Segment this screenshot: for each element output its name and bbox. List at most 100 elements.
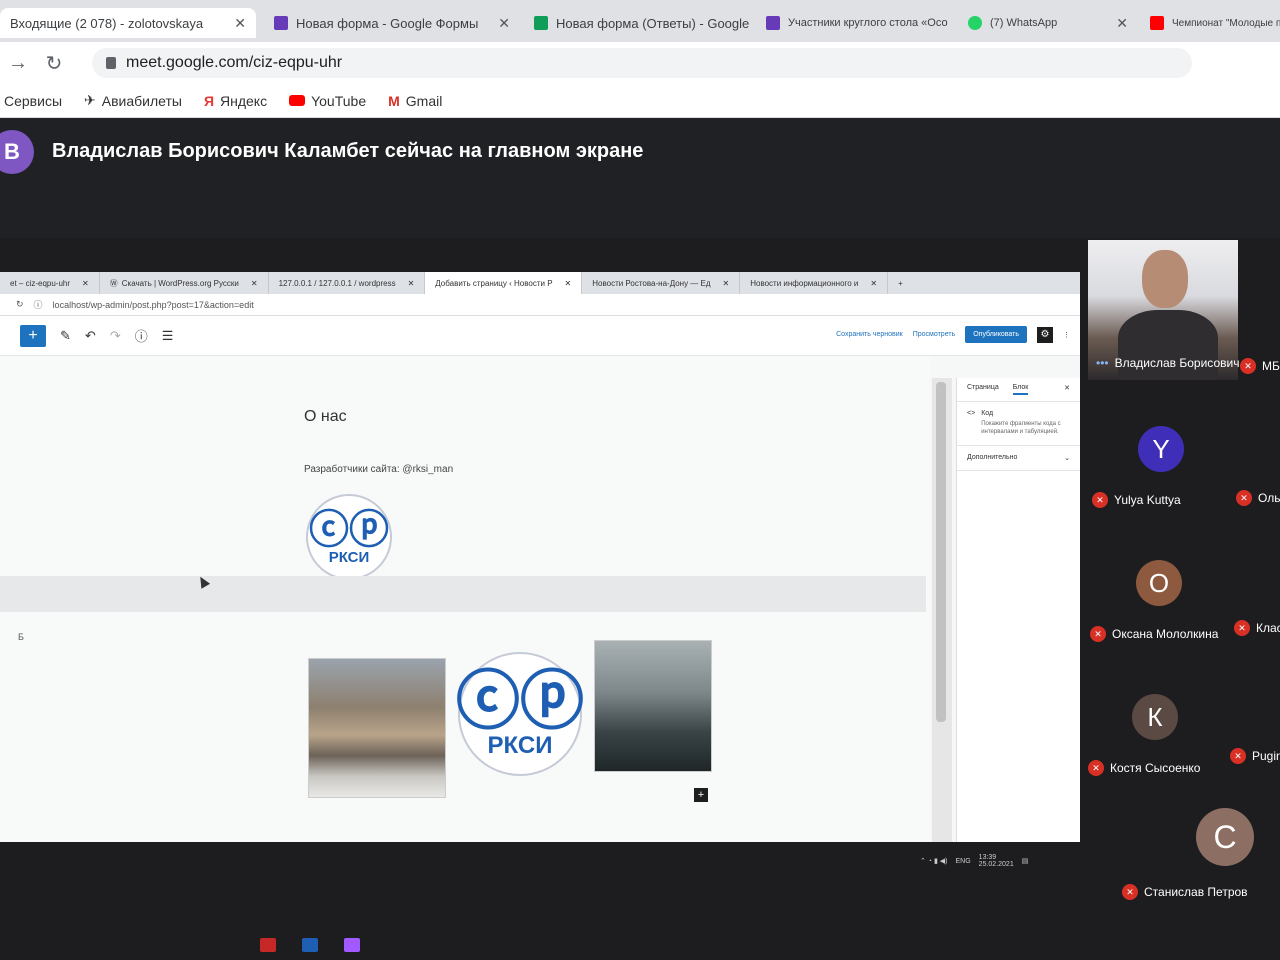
redo-icon[interactable]: ↷ [110,328,121,344]
tray-language: ENG [955,857,971,865]
tab-whatsapp[interactable]: (7) WhatsApp ✕ [958,8,1138,38]
figma-icon[interactable] [344,938,360,952]
participant-avatar[interactable]: О [1136,560,1182,606]
tab-form-answers[interactable]: Новая форма (Ответы) - Google ✕ [524,8,754,38]
tab-title: (7) WhatsApp [990,17,1058,29]
settings-sidebar: Страница Блок ✕ <> Код Покажите фрагмент… [956,378,1080,842]
bookmark-youtube[interactable]: YouTube [289,93,366,109]
url-field[interactable]: meet.google.com/ciz-eqpu-uhr [92,48,1192,78]
close-icon[interactable]: ✕ [82,279,89,288]
close-icon[interactable]: ✕ [234,15,246,32]
code-icon: <> [967,410,976,417]
close-icon[interactable]: ✕ [251,279,258,288]
participant-avatar[interactable]: С [1196,808,1254,866]
wp-editor-toolbar: + ✎ ↶ ↷ ⓘ ☰ Сохранить черновик Просмотре… [0,316,1080,356]
tray-time: 13:39 [978,854,997,861]
word-icon[interactable] [302,938,318,952]
gallery-image-logo[interactable]: ⓒⓟ РКСИ [456,652,584,776]
bookmark-services[interactable]: Сервисы [4,93,62,109]
pencil-icon[interactable]: ✎ [60,328,71,344]
bookmark-label: Сервисы [4,92,63,109]
close-icon[interactable]: ✕ [1116,15,1128,32]
gallery-image-city[interactable] [308,658,446,798]
tab-google-forms[interactable]: Новая форма - Google Формы ✕ [264,8,520,38]
airplane-icon: ✈ [84,92,96,108]
gear-icon[interactable]: ⚙ [1037,326,1053,343]
selected-block-band[interactable] [0,576,926,612]
inner-tab-title: Новости Ростова-на-Дону — Ед [592,278,711,288]
add-block-button[interactable]: + [20,324,46,347]
tab-championship[interactable]: Чемпионат "Молодые профес [1140,8,1280,38]
block-inserter-button[interactable]: + [694,788,708,802]
participant-avatar[interactable]: Y [1138,426,1184,472]
close-icon[interactable]: ✕ [498,15,510,32]
wordpress-icon: Ⓦ [109,278,118,288]
tab-page[interactable]: Страница [967,384,999,395]
close-icon[interactable]: ✕ [723,279,730,288]
bookmark-yandex[interactable]: Я Яндекс [204,93,267,109]
tab-inbox[interactable]: Входящие (2 078) - zolotovskaya ✕ [0,8,256,38]
close-icon[interactable]: ✕ [565,279,572,288]
reload-icon[interactable]: ↻ [16,299,24,310]
inner-tab[interactable]: 127.0.0.1 / 127.0.0.1 / wordpress ✕ [269,272,426,294]
save-draft-button[interactable]: Сохранить черновик [836,331,903,338]
preview-button[interactable]: Просмотреть [913,331,955,338]
more-dots-icon[interactable]: ••• [1096,356,1109,370]
publish-button[interactable]: Опубликовать [965,326,1027,343]
close-icon[interactable]: ✕ [1064,384,1070,395]
bookmark-flights[interactable]: ✈ Авиабилеты [84,92,182,109]
participant-name: Станислав Петров [1144,885,1248,899]
bookmark-label: Яндекс [220,92,268,109]
bookmark-label: Gmail [405,92,443,109]
tab-title: Новая форма - Google Формы [296,15,479,31]
close-icon[interactable]: ✕ [870,279,877,288]
rksi-logo[interactable]: ⓒⓟ РКСИ [306,494,392,580]
mic-off-icon: ✕ [1090,626,1106,642]
forward-icon[interactable]: → [0,52,36,75]
inner-tab[interactable]: Ⓦ Скачать | WordPress.org Русски ✕ [100,272,269,294]
inner-address-bar[interactable]: ↻ ⓘ localhost/wp-admin/post.php?post=17&… [0,294,1080,316]
address-bar-row: → ↻ meet.google.com/ciz-eqpu-uhr [0,42,1280,84]
tab-title: Входящие (2 078) - zolotovskaya [10,15,204,31]
mic-off-icon: ✕ [1240,358,1256,374]
participant-name: Yulya Kuttya [1114,493,1181,507]
inner-tab-active[interactable]: Добавить страницу ‹ Новости Р ✕ [425,272,583,294]
more-options-icon[interactable]: ⋮ [1063,331,1070,339]
gallery-image-forest[interactable] [594,640,712,772]
info-icon[interactable]: ⓘ [135,326,148,345]
block-card: <> Код Покажите фрагменты кода с интерва… [957,402,1080,446]
participant-avatar[interactable]: К [1132,694,1178,740]
inner-tab[interactable]: Новости информационного и ✕ [740,272,889,294]
post-title[interactable]: О нас [304,408,347,426]
participant-name: Оксана Мололкина [1112,627,1219,641]
developers-paragraph[interactable]: Разработчики сайта: @rksi_man [304,464,453,475]
tab-round-table[interactable]: Участники круглого стола «Осо ✕ [756,8,956,38]
bookmark-gmail[interactable]: M Gmail [388,93,442,109]
inner-tab[interactable]: et – ciz-eqpu-uhr ✕ [0,272,100,294]
inner-tab-bar: et – ciz-eqpu-uhr ✕ Ⓦ Скачать | WordPress.… [0,272,1080,294]
editor-scrollbar[interactable] [932,378,952,842]
list-view-icon[interactable]: ☰ [162,328,174,344]
tab-block[interactable]: Блок [1012,384,1029,395]
yandex-icon: Я [203,92,214,109]
wp-toolbar-actions: Сохранить черновик Просмотреть Опубликов… [836,326,1070,343]
undo-icon[interactable]: ↶ [85,328,96,344]
mic-off-icon: ✕ [1236,490,1252,506]
acrobat-icon[interactable] [260,938,276,952]
reload-icon[interactable]: ↻ [36,51,72,76]
participant-name: Класс [1256,621,1280,635]
notification-icon: ▤ [1021,858,1029,865]
advanced-panel-toggle[interactable]: Дополнительно ⌄ [957,446,1080,471]
inner-tab[interactable]: Новости Ростова-на-Дону — Ед ✕ [582,272,741,294]
rksi-logo-text: РКСИ [328,548,370,566]
block-name: Код [981,410,994,417]
block-label: Б [18,632,24,642]
rksi-logo-mark: ⓒⓟ [309,505,389,553]
new-tab-button[interactable]: + [888,272,913,294]
participant-tile-label: ✕ Станислав Петров [1122,884,1248,900]
sidebar-tabs: Страница Блок ✕ [957,378,1080,402]
inner-tab-title: Добавить страницу ‹ Новости Р [435,278,553,288]
inner-tab-title: Новости информационного и [750,278,859,288]
close-icon[interactable]: ✕ [408,279,415,288]
scrollbar-thumb[interactable] [936,382,946,722]
